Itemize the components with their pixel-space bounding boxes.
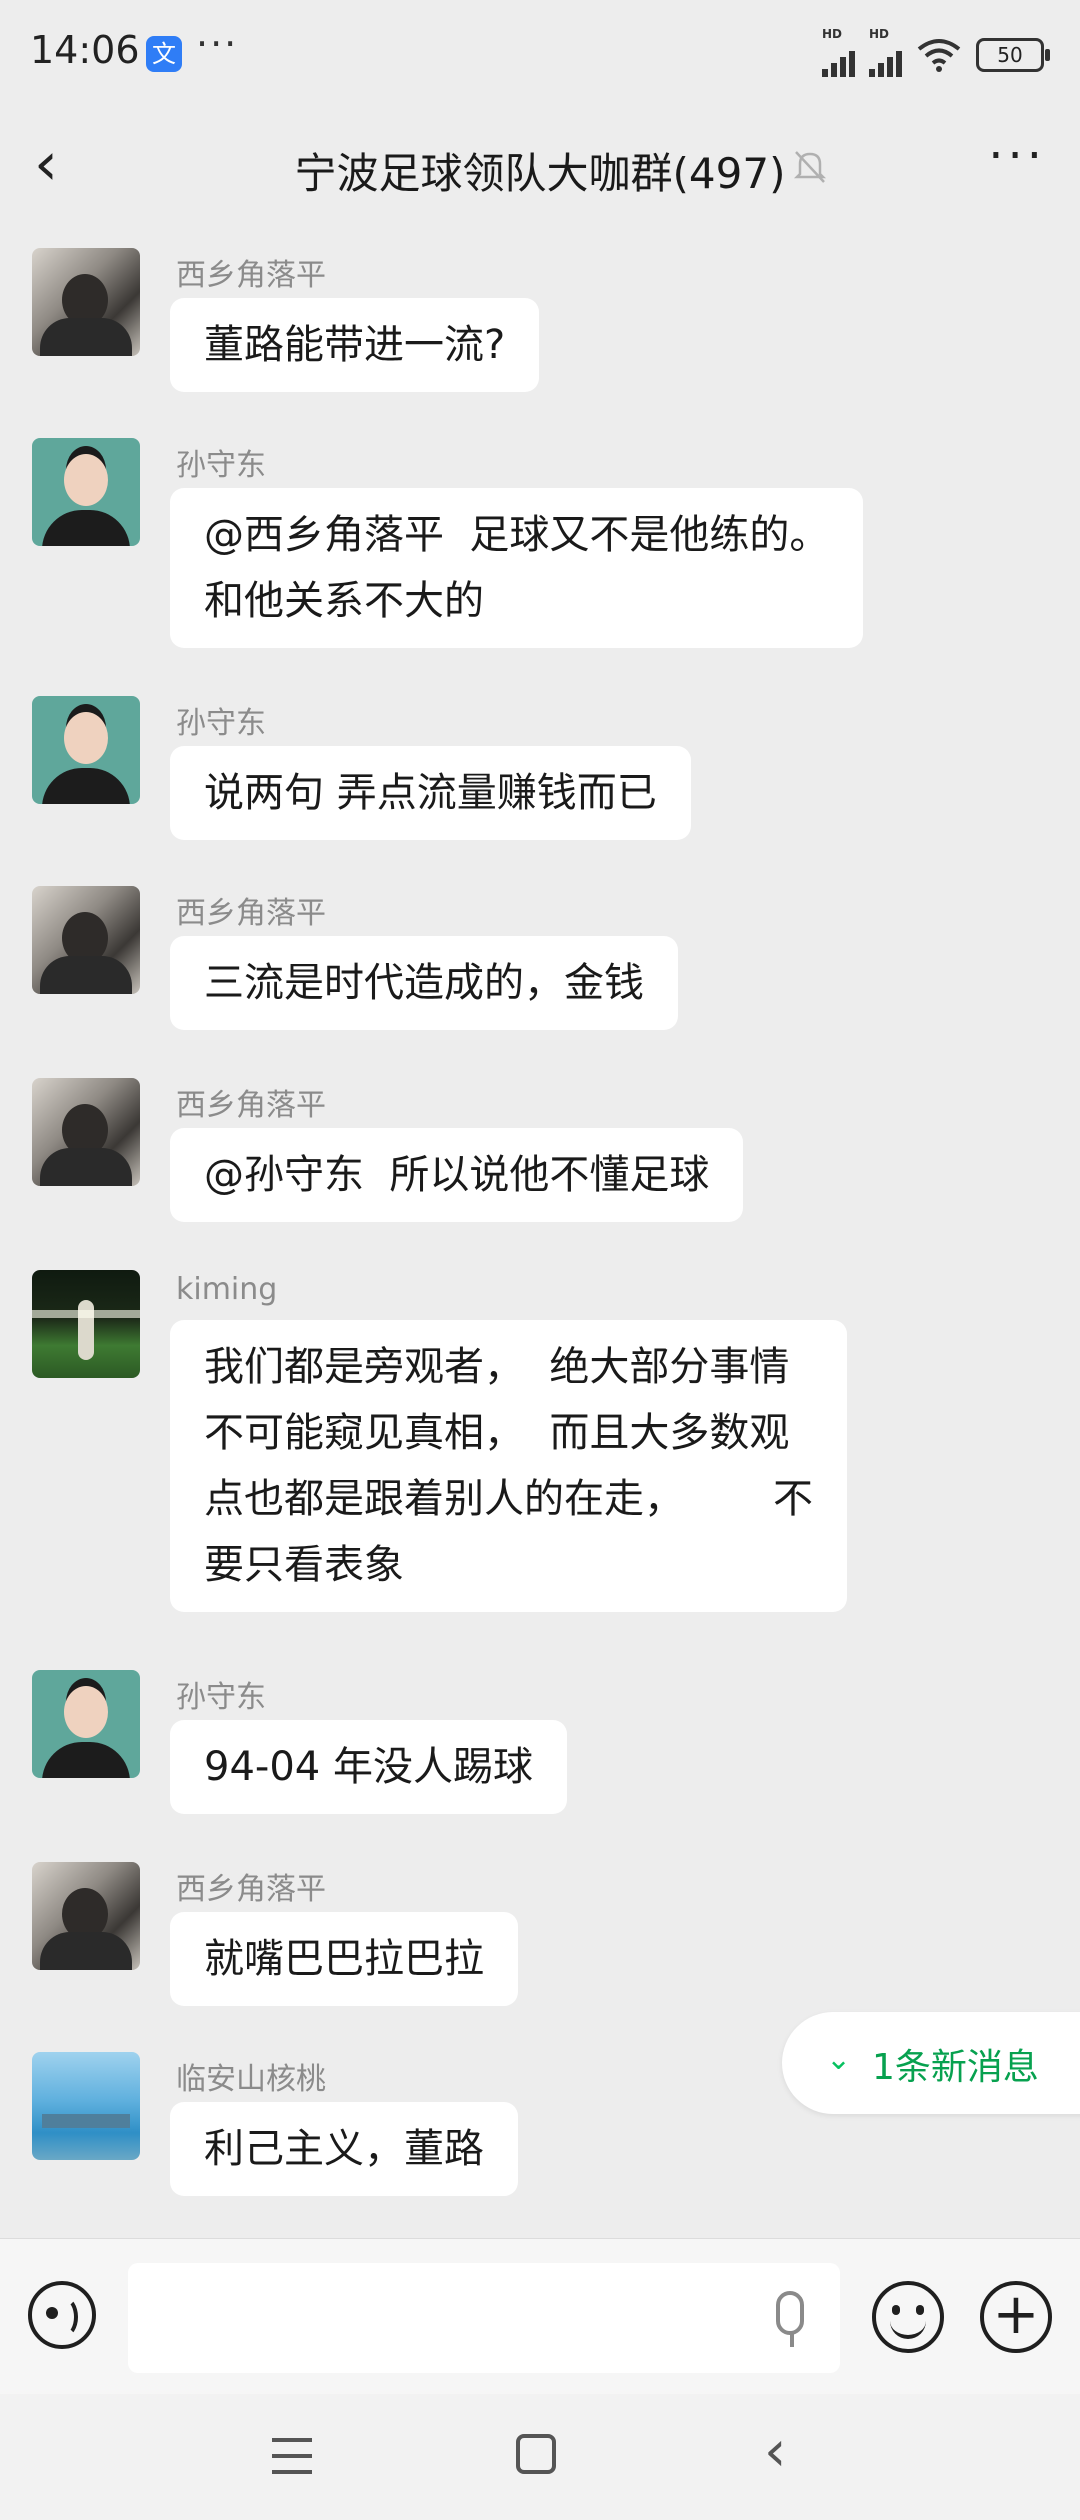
avatar[interactable]: [32, 1862, 140, 1970]
home-icon[interactable]: [516, 2434, 556, 2474]
wifi-icon: [917, 39, 961, 72]
mute-bell-icon: [793, 151, 827, 183]
more-menu-icon[interactable]: ···: [988, 128, 1046, 184]
sender-name: 西乡角落平: [176, 1088, 326, 1123]
status-bar: 14:06 文 ··· HD HD 50: [0, 0, 1080, 110]
sender-name: 孙守东: [176, 448, 266, 483]
sender-name: 西乡角落平: [176, 896, 326, 931]
avatar[interactable]: [32, 1670, 140, 1778]
status-indicators: HD HD 50: [822, 27, 1050, 80]
message-bubble[interactable]: 说两句 弄点流量赚钱而已: [170, 746, 691, 840]
message-bubble[interactable]: 我们都是旁观者， 绝大部分事情 不可能窥见真相， 而且大多数观 点也都是跟着别人…: [170, 1320, 848, 1612]
message-bubble[interactable]: @西乡角落平 足球又不是他练的。 和他关系不大的: [170, 488, 864, 648]
double-chevron-down-icon: ⌄: [826, 2042, 852, 2077]
avatar[interactable]: [32, 696, 140, 804]
avatar[interactable]: [32, 248, 140, 356]
sender-name: 孙守东: [176, 706, 266, 741]
chat-title: 宁波足球领队大咖群(497): [294, 149, 786, 198]
sender-name: 西乡角落平: [176, 258, 326, 293]
new-message-label: 1条新消息: [872, 2047, 1039, 2088]
message-bubble[interactable]: 就嘴巴巴拉巴拉: [170, 1912, 518, 2006]
signal-1-icon: HD: [822, 27, 855, 77]
avatar[interactable]: [32, 1270, 140, 1378]
status-time: 14:06: [30, 28, 140, 72]
emoji-icon[interactable]: [872, 2281, 944, 2353]
sender-name: 临安山核桃: [176, 2062, 326, 2097]
message-bubble[interactable]: @孙守东 所以说他不懂足球: [170, 1128, 744, 1222]
sender-name: 孙守东: [176, 1680, 266, 1715]
message-bubble[interactable]: 94-04 年没人踢球: [170, 1720, 567, 1814]
avatar[interactable]: [32, 438, 140, 546]
system-back-icon[interactable]: ‹: [764, 2424, 786, 2480]
avatar[interactable]: [32, 1078, 140, 1186]
notification-more-icon: ···: [196, 22, 239, 66]
signal-2-icon: HD: [869, 27, 902, 77]
microphone-icon[interactable]: [776, 2291, 804, 2347]
recent-apps-icon[interactable]: [272, 2438, 312, 2474]
battery-icon: 50: [976, 38, 1050, 72]
add-attachment-icon[interactable]: +: [980, 2281, 1052, 2353]
message-input[interactable]: [128, 2263, 840, 2373]
avatar[interactable]: [32, 2052, 140, 2160]
message-bubble[interactable]: 董路能带进一流?: [170, 298, 540, 392]
message-list[interactable]: 西乡角落平 董路能带进一流? 孙守东 @西乡角落平 足球又不是他练的。 和他关系…: [0, 240, 1080, 2240]
translate-app-icon: 文: [146, 36, 182, 72]
system-nav-bar: ‹: [0, 2394, 1080, 2520]
voice-mode-icon[interactable]: [28, 2281, 96, 2349]
chat-input-bar: +: [0, 2238, 1080, 2395]
sender-name: 西乡角落平: [176, 1872, 326, 1907]
new-message-button[interactable]: ⌄ 1条新消息: [782, 2012, 1080, 2114]
sender-name: kiming: [176, 1272, 278, 1307]
message-bubble[interactable]: 三流是时代造成的，金钱: [170, 936, 678, 1030]
avatar[interactable]: [32, 886, 140, 994]
message-bubble[interactable]: 利己主义，董路: [170, 2102, 518, 2196]
chat-header: ‹ 宁波足球领队大咖群(497) ···: [0, 110, 1080, 220]
